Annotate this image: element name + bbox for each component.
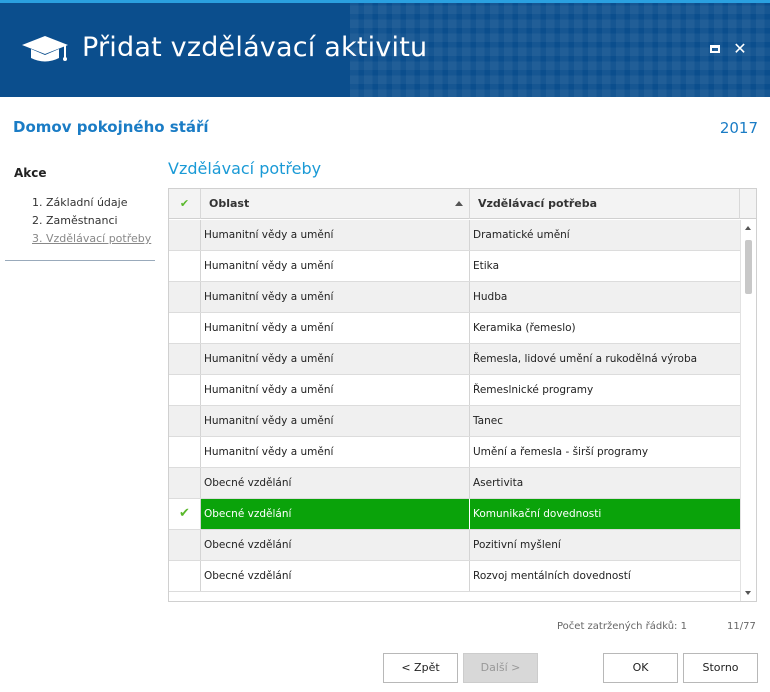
row-checkbox[interactable] [169, 375, 201, 405]
organization-name: Domov pokojného stáří [13, 118, 209, 136]
maximize-button[interactable] [706, 40, 724, 58]
cell-area: Obecné vzdělání [201, 468, 470, 498]
row-checkbox[interactable] [169, 220, 201, 250]
table-row[interactable]: Obecné vzdělání Pozitivní myšlení [169, 530, 740, 561]
row-checkbox[interactable] [169, 437, 201, 467]
table-row[interactable]: Humanitní vědy a umění Dramatické umění [169, 220, 740, 251]
cell-need: Keramika (řemeslo) [473, 322, 576, 334]
cell-area: Obecné vzdělání [201, 530, 470, 560]
year-label: 2017 [719, 119, 758, 137]
table-row[interactable]: Humanitní vědy a umění Etika [169, 251, 740, 282]
cell-area: Obecné vzdělání [201, 499, 470, 529]
header-accent-line [0, 0, 770, 3]
row-checkbox[interactable] [169, 344, 201, 374]
table-row[interactable]: ✔ Obecné vzdělání Komunikační dovednosti [169, 499, 740, 530]
cell-need: Dramatické umění [473, 229, 570, 241]
cell-area: Humanitní vědy a umění [201, 282, 470, 312]
cell-need: Řemesla, lidové umění a rukodělná výroba [473, 353, 698, 365]
close-button[interactable]: ✕ [731, 40, 749, 58]
ok-button[interactable]: OK [603, 653, 678, 683]
nav-step-basic-info[interactable]: 1. Základní údaje [32, 196, 151, 214]
cell-area: Humanitní vědy a umění [201, 406, 470, 436]
title-bar: Přidat vzdělávací aktivitu ✕ [0, 0, 770, 97]
table-row[interactable]: Humanitní vědy a umění Umění a řemesla - … [169, 437, 740, 468]
vertical-scrollbar[interactable] [740, 220, 756, 601]
cell-area: Obecné vzdělání [201, 561, 470, 591]
row-checkbox[interactable] [169, 282, 201, 312]
nav-divider [5, 260, 155, 261]
header-check-icon[interactable]: ✔ [169, 189, 201, 219]
cell-area: Humanitní vědy a umění [201, 220, 470, 250]
cell-need: Řemeslnické programy [473, 384, 594, 396]
row-checkbox[interactable] [169, 406, 201, 436]
education-needs-grid: ✔ Oblast Vzdělávací potřeba Humanitní vě… [168, 188, 757, 602]
cell-area: Humanitní vědy a umění [201, 313, 470, 343]
cell-area: Humanitní vědy a umění [201, 375, 470, 405]
grid-rows: Humanitní vědy a umění Dramatické umění Hu… [169, 220, 740, 592]
nav-step-employees[interactable]: 2. Zaměstnanci [32, 214, 151, 232]
cell-need: Tanec [473, 415, 503, 427]
row-checkbox[interactable]: ✔ [169, 499, 201, 529]
cell-need: Etika [473, 260, 499, 272]
cell-area: Humanitní vědy a umění [201, 437, 470, 467]
graduation-cap-icon [22, 36, 68, 62]
grid-header: ✔ Oblast Vzdělávací potřeba [169, 189, 756, 219]
table-row[interactable]: Obecné vzdělání Rozvoj mentálních dovedno… [169, 561, 740, 592]
wizard-steps: 1. Základní údaje 2. Zaměstnanci 3. Vzdě… [32, 196, 151, 250]
cell-need: Umění a řemesla - širší programy [473, 446, 649, 458]
cell-area: Humanitní vědy a umění [201, 251, 470, 281]
table-row[interactable]: Humanitní vědy a umění Keramika (řemeslo) [169, 313, 740, 344]
column-header-need[interactable]: Vzdělávací potřeba [470, 189, 740, 219]
cell-need: Komunikační dovednosti [473, 508, 602, 520]
table-row[interactable]: Humanitní vědy a umění Tanec [169, 406, 740, 437]
section-title: Vzdělávací potřeby [168, 159, 322, 178]
row-checkbox[interactable] [169, 561, 201, 591]
table-row[interactable]: Humanitní vědy a umění Řemesla, lidové um… [169, 344, 740, 375]
back-button[interactable]: < Zpět [383, 653, 458, 683]
nav-step-education-needs[interactable]: 3. Vzdělávací potřeby [32, 232, 151, 250]
sort-ascending-icon [455, 201, 463, 206]
checkmark-icon: ✔ [179, 506, 190, 521]
cell-need: Asertivita [473, 477, 524, 489]
scroll-up-icon[interactable] [745, 226, 751, 230]
checked-count-label: Počet zatržených řádků: 1 [557, 621, 687, 632]
row-checkbox[interactable] [169, 468, 201, 498]
nav-heading: Akce [14, 166, 47, 180]
column-header-area-label: Oblast [209, 197, 250, 210]
table-row[interactable]: Humanitní vědy a umění Řemeslnické progra… [169, 375, 740, 406]
scroll-down-icon[interactable] [745, 591, 751, 595]
cell-need: Pozitivní myšlení [473, 539, 561, 551]
row-checkbox[interactable] [169, 530, 201, 560]
window-title: Přidat vzdělávací aktivitu [82, 32, 428, 63]
row-counter: 11/77 [727, 621, 756, 632]
table-row[interactable]: Obecné vzdělání Asertivita [169, 468, 740, 499]
row-checkbox[interactable] [169, 313, 201, 343]
next-button[interactable]: Další > [463, 653, 538, 683]
cancel-button[interactable]: Storno [683, 653, 758, 683]
table-row[interactable]: Humanitní vědy a umění Hudba [169, 282, 740, 313]
cell-area: Humanitní vědy a umění [201, 344, 470, 374]
header-filler [740, 189, 756, 219]
row-checkbox[interactable] [169, 251, 201, 281]
cell-need: Rozvoj mentálních dovedností [473, 570, 631, 582]
maximize-icon [710, 45, 720, 53]
scrollbar-thumb[interactable] [745, 240, 752, 294]
column-header-area[interactable]: Oblast [201, 189, 470, 219]
cell-need: Hudba [473, 291, 508, 303]
